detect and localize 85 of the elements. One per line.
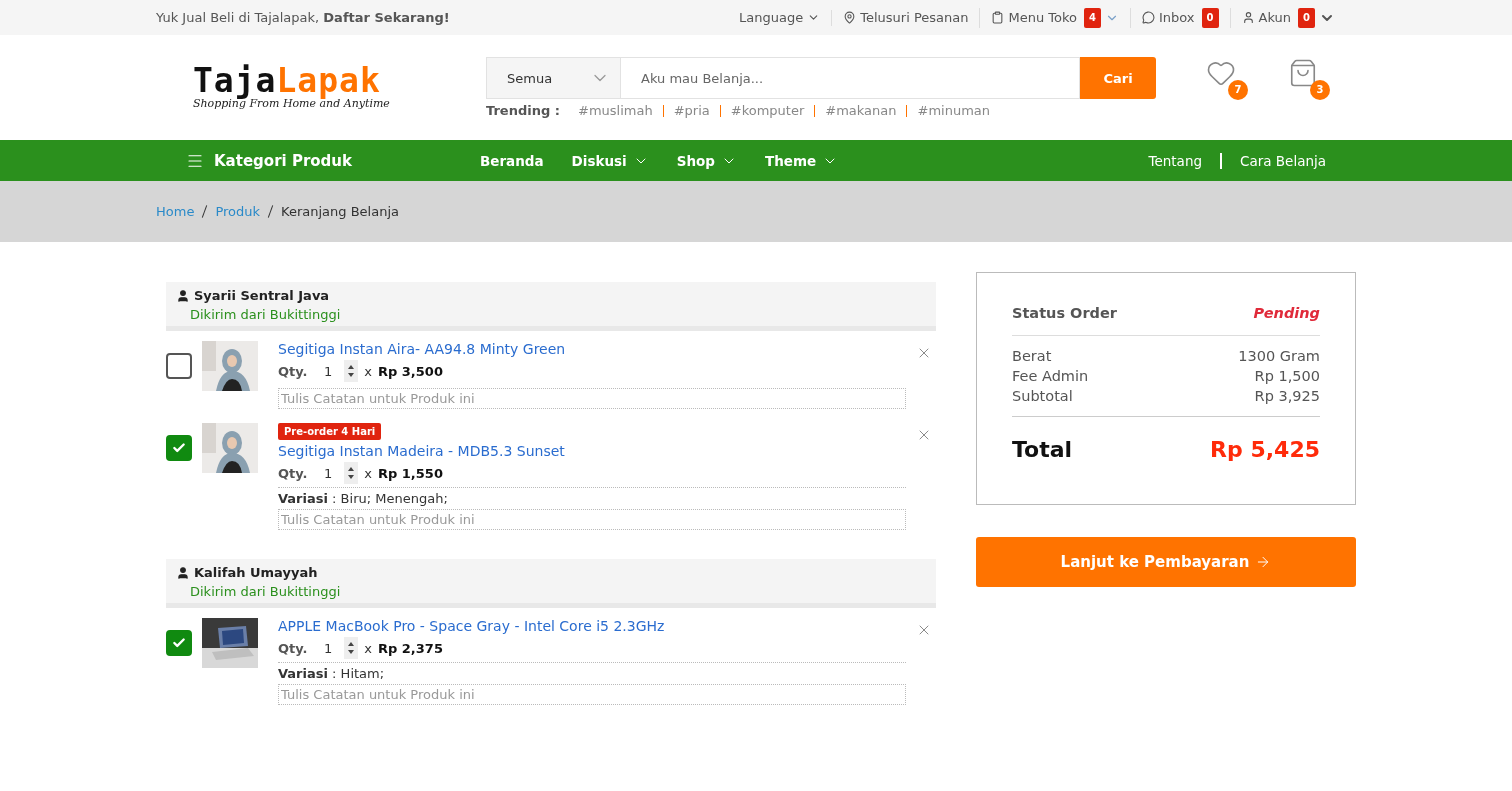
nav-item[interactable]: Shop: [676, 152, 737, 169]
trending-link[interactable]: #minuman: [917, 103, 990, 118]
count-badge: 4: [1084, 7, 1101, 28]
wishlist-button[interactable]: 7: [1206, 57, 1248, 100]
product-title[interactable]: APPLE MacBook Pro - Space Gray - Intel Core i5 2.3GHz: [278, 618, 906, 634]
product-title[interactable]: Segitiga Instan Madeira - MDB5.3 Sunset: [278, 443, 906, 459]
summary-value: Rp 3,925: [1254, 388, 1320, 404]
trending-link[interactable]: #komputer: [730, 103, 805, 118]
stepper-icon[interactable]: [344, 637, 359, 659]
top-link[interactable]: Menu Toko 4: [979, 7, 1130, 28]
store-name: Kalifah Umayyah: [176, 565, 926, 580]
cart-button[interactable]: 3: [1288, 57, 1330, 100]
summary-label: Subtotal: [1012, 388, 1073, 404]
nav-item[interactable]: Theme: [765, 152, 839, 169]
note-field[interactable]: Tulis Catatan untuk Produk ini: [278, 509, 906, 530]
top-link[interactable]: Inbox 0: [1130, 7, 1230, 28]
category-menu-button[interactable]: Kategori Produk: [186, 151, 480, 170]
store-name: Syarii Sentral Java: [176, 288, 926, 303]
nav-item[interactable]: Beranda: [480, 152, 544, 169]
breadcrumb-current: Keranjang Belanja: [281, 204, 399, 219]
qty-field[interactable]: 1: [324, 360, 359, 382]
qty-field[interactable]: 1: [324, 637, 359, 659]
count-badge: 3: [1310, 79, 1330, 100]
breadcrumb-link[interactable]: Produk: [215, 204, 261, 219]
summary-label: Fee Admin: [1012, 368, 1089, 384]
times-sign: x: [364, 640, 372, 656]
trending-link[interactable]: #muslimah: [578, 103, 653, 118]
location-pin-icon: [843, 11, 857, 24]
summary-label: Berat: [1012, 348, 1052, 364]
user-icon: [176, 288, 190, 303]
unit-price: Rp 1,550: [378, 465, 443, 481]
summary-value: Rp 1,500: [1254, 368, 1320, 384]
promo-text: Yuk Jual Beli di Tajalapak, Daftar Sekarang!: [156, 10, 450, 25]
stepper-icon[interactable]: [344, 462, 359, 484]
note-field[interactable]: Tulis Catatan untuk Produk ini: [278, 388, 906, 409]
preorder-badge: Pre-order 4 Hari: [278, 423, 382, 440]
product-title[interactable]: Segitiga Instan Aira- AA94.8 Minty Green: [278, 341, 906, 357]
clipboard-icon: [991, 11, 1005, 24]
qty-label: Qty.: [278, 640, 309, 656]
search-field[interactable]: Aku mau Belanja...: [621, 57, 1080, 99]
shipping-origin: Dikirim dari Bukittinggi: [189, 584, 342, 599]
nav-item[interactable]: Diskusi: [571, 152, 649, 169]
chat-bubble-icon: [1142, 11, 1155, 24]
variation-text: Variasi : Biru; Menengah;: [278, 491, 449, 506]
top-link[interactable]: Telusuri Pesanan: [831, 9, 980, 26]
variation-text: Variasi : Hitam;: [278, 666, 386, 681]
unit-price: Rp 3,500: [378, 363, 443, 379]
qty-field[interactable]: 1: [324, 462, 359, 484]
logo-text: Taja: [193, 65, 277, 97]
times-sign: x: [364, 465, 372, 481]
breadcrumb-link[interactable]: Home: [156, 204, 195, 219]
status-value: Pending: [1253, 305, 1320, 321]
qty-label: Qty.: [278, 465, 309, 481]
user-icon: [1241, 11, 1255, 24]
category-select[interactable]: Semua: [486, 57, 621, 99]
top-link[interactable]: Language: [728, 9, 832, 26]
checkbox[interactable]: [166, 435, 192, 461]
shipping-origin: Dikirim dari Bukittinggi: [189, 307, 342, 322]
checkout-button[interactable]: Lanjut ke Pembayaran: [976, 537, 1356, 587]
check-icon: [172, 441, 186, 455]
nav-link[interactable]: Cara Belanja: [1220, 152, 1326, 169]
total-value: Rp 5,425: [1210, 437, 1320, 462]
check-icon: [172, 636, 186, 650]
qty-label: Qty.: [278, 363, 309, 379]
count-badge: 0: [1298, 7, 1315, 28]
total-label: Total: [1012, 437, 1073, 462]
search-button[interactable]: Cari: [1080, 57, 1156, 99]
logo-text: Lapak: [276, 65, 381, 97]
checkbox[interactable]: [166, 630, 192, 656]
user-icon: [176, 565, 190, 580]
count-badge: 0: [1201, 7, 1219, 28]
count-badge: 7: [1228, 79, 1248, 100]
trending-link[interactable]: #makanan: [825, 103, 897, 118]
trending-label: Trending :: [486, 103, 560, 118]
note-field[interactable]: Tulis Catatan untuk Produk ini: [278, 684, 906, 705]
top-link[interactable]: Akun 0: [1229, 7, 1346, 28]
unit-price: Rp 2,375: [378, 640, 443, 656]
times-sign: x: [364, 363, 372, 379]
stepper-icon[interactable]: [344, 360, 359, 382]
trending-link[interactable]: #pria: [673, 103, 710, 118]
shopping-bag-icon: [1288, 57, 1318, 88]
checkbox[interactable]: [166, 353, 192, 379]
status-label: Status Order: [1012, 305, 1117, 321]
nav-link[interactable]: Tentang: [1130, 152, 1220, 169]
summary-value: 1300 Gram: [1238, 348, 1320, 364]
